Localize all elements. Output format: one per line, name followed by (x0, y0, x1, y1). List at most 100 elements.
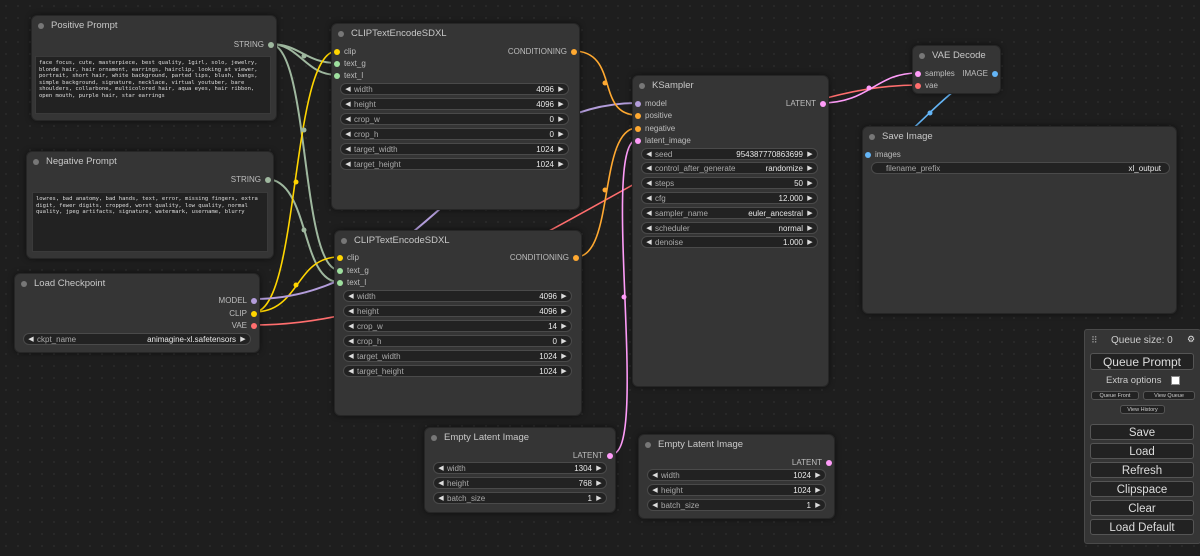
arrow-left-icon[interactable]: ◀ (644, 193, 654, 205)
steps-widget[interactable]: ◀ steps 50 ▶ (641, 177, 818, 189)
arrow-right-icon[interactable]: ▶ (556, 144, 566, 156)
arrow-left-icon[interactable]: ◀ (650, 485, 660, 497)
arrow-left-icon[interactable]: ◀ (644, 237, 654, 249)
clip-encode-node-1[interactable]: CLIPTextEncodeSDXL clip text_g text_l CO… (331, 23, 580, 210)
arrow-right-icon[interactable]: ▶ (813, 485, 823, 497)
ckpt-name-select[interactable]: ◀ ckpt_name animagine-xl.safetensors ▶ (23, 333, 251, 345)
crop-h-widget[interactable]: ◀ crop_h 0 ▶ (343, 335, 572, 347)
collapse-dot-icon[interactable] (33, 159, 39, 165)
control-after-generate-widget[interactable]: ◀ control_after_generate randomize ▶ (641, 162, 818, 174)
arrow-right-icon[interactable]: ▶ (813, 500, 823, 512)
arrow-left-icon[interactable]: ◀ (343, 129, 353, 141)
input-dot-icon[interactable] (865, 152, 871, 158)
output-dot-icon[interactable] (268, 42, 274, 48)
input-dot-icon[interactable] (915, 83, 921, 89)
model-input[interactable]: model (633, 98, 667, 110)
width-widget[interactable]: ◀ width 1304 ▶ (433, 462, 607, 474)
collapse-dot-icon[interactable] (21, 281, 27, 287)
arrow-left-icon[interactable]: ◀ (436, 493, 446, 505)
collapse-dot-icon[interactable] (919, 53, 925, 59)
images-input[interactable]: images (863, 149, 901, 161)
arrow-left-icon[interactable]: ◀ (346, 306, 356, 318)
input-dot-icon[interactable] (635, 138, 641, 144)
vae-output[interactable]: VAE (232, 320, 259, 332)
arrow-right-icon[interactable]: ▶ (805, 237, 815, 249)
collapse-dot-icon[interactable] (338, 31, 344, 37)
arrow-left-icon[interactable]: ◀ (343, 84, 353, 96)
output-dot-icon[interactable] (571, 49, 577, 55)
gear-icon[interactable]: ⚙ (1187, 334, 1195, 345)
clip-encode-node-2[interactable]: CLIPTextEncodeSDXL clip text_g text_l CO… (334, 230, 582, 416)
crop-h-widget[interactable]: ◀ crop_h 0 ▶ (340, 128, 569, 140)
width-widget[interactable]: ◀ width 4096 ▶ (340, 83, 569, 95)
crop-w-widget[interactable]: ◀ crop_w 0 ▶ (340, 113, 569, 125)
ksampler-node[interactable]: KSampler model positive negative latent_… (632, 75, 829, 387)
vae-input[interactable]: vae (913, 80, 938, 92)
height-widget[interactable]: ◀ height 768 ▶ (433, 477, 607, 489)
string-output[interactable]: STRING (231, 174, 273, 186)
node-title[interactable]: Save Image (863, 127, 1176, 147)
load-button[interactable]: Load (1090, 443, 1194, 459)
arrow-left-icon[interactable]: ◀ (650, 470, 660, 482)
collapse-dot-icon[interactable] (645, 442, 651, 448)
arrow-right-icon[interactable]: ▶ (594, 478, 604, 490)
arrow-left-icon[interactable]: ◀ (644, 223, 654, 235)
latent-output[interactable]: LATENT (792, 457, 834, 469)
node-title[interactable]: Positive Prompt (32, 16, 276, 36)
arrow-left-icon[interactable]: ◀ (644, 163, 654, 175)
crop-w-widget[interactable]: ◀ crop_w 14 ▶ (343, 320, 572, 332)
batch-size-widget[interactable]: ◀ batch_size 1 ▶ (647, 499, 826, 511)
queue-front-button[interactable]: Queue Front (1091, 391, 1139, 400)
arrow-left-icon[interactable]: ◀ (436, 478, 446, 490)
input-dot-icon[interactable] (334, 61, 340, 67)
clip-input[interactable]: clip (332, 46, 356, 58)
refresh-button[interactable]: Refresh (1090, 462, 1194, 478)
input-dot-icon[interactable] (635, 101, 641, 107)
string-output[interactable]: STRING (234, 39, 276, 51)
arrow-right-icon[interactable]: ▶ (813, 470, 823, 482)
seed-widget[interactable]: ◀ seed 954387770863699 ▶ (641, 148, 818, 160)
height-widget[interactable]: ◀ height 4096 ▶ (340, 98, 569, 110)
arrow-right-icon[interactable]: ▶ (805, 208, 815, 220)
arrow-left-icon[interactable]: ◀ (650, 500, 660, 512)
batch-size-widget[interactable]: ◀ batch_size 1 ▶ (433, 492, 607, 504)
output-dot-icon[interactable] (820, 101, 826, 107)
empty-latent-node-1[interactable]: Empty Latent Image LATENT ◀ width 1304 ▶ ◀ h… (424, 427, 616, 513)
latent-output[interactable]: LATENT (786, 98, 828, 110)
collapse-dot-icon[interactable] (431, 435, 437, 441)
collapse-dot-icon[interactable] (639, 83, 645, 89)
input-dot-icon[interactable] (334, 73, 340, 79)
input-dot-icon[interactable] (337, 268, 343, 274)
arrow-left-icon[interactable]: ◀ (346, 336, 356, 348)
output-dot-icon[interactable] (573, 255, 579, 261)
input-dot-icon[interactable] (635, 113, 641, 119)
node-title[interactable]: Load Checkpoint (15, 274, 259, 294)
filename-prefix-input[interactable]: filename_prefix xl_output (871, 162, 1170, 174)
output-dot-icon[interactable] (251, 298, 257, 304)
arrow-right-icon[interactable]: ▶ (556, 84, 566, 96)
height-widget[interactable]: ◀ height 1024 ▶ (647, 484, 826, 496)
target-height-widget[interactable]: ◀ target_height 1024 ▶ (340, 158, 569, 170)
negative-prompt-node[interactable]: Negative Prompt STRING lowres, bad anato… (26, 151, 274, 259)
output-dot-icon[interactable] (251, 311, 257, 317)
latent-output[interactable]: LATENT (573, 450, 615, 462)
node-title[interactable]: Empty Latent Image (639, 435, 834, 455)
collapse-dot-icon[interactable] (38, 23, 44, 29)
arrow-left-icon[interactable]: ◀ (644, 208, 654, 220)
load-checkpoint-node[interactable]: Load Checkpoint MODEL CLIP VAE ◀ ckpt_na… (14, 273, 260, 353)
height-widget[interactable]: ◀ height 4096 ▶ (343, 305, 572, 317)
arrow-right-icon[interactable]: ▶ (594, 493, 604, 505)
node-title[interactable]: KSampler (633, 76, 828, 96)
samples-input[interactable]: samples (913, 68, 955, 80)
text-l-input[interactable]: text_l (332, 70, 363, 82)
collapse-dot-icon[interactable] (869, 134, 875, 140)
arrow-right-icon[interactable]: ▶ (559, 306, 569, 318)
text-g-input[interactable]: text_g (335, 265, 369, 277)
vae-decode-node[interactable]: VAE Decode samples vae IMAGE (912, 45, 1001, 94)
input-dot-icon[interactable] (337, 280, 343, 286)
arrow-left-icon[interactable]: ◀ (343, 99, 353, 111)
arrow-right-icon[interactable]: ▶ (556, 129, 566, 141)
arrow-left-icon[interactable]: ◀ (343, 159, 353, 171)
negative-input[interactable]: negative (633, 123, 675, 135)
arrow-left-icon[interactable]: ◀ (26, 334, 36, 346)
